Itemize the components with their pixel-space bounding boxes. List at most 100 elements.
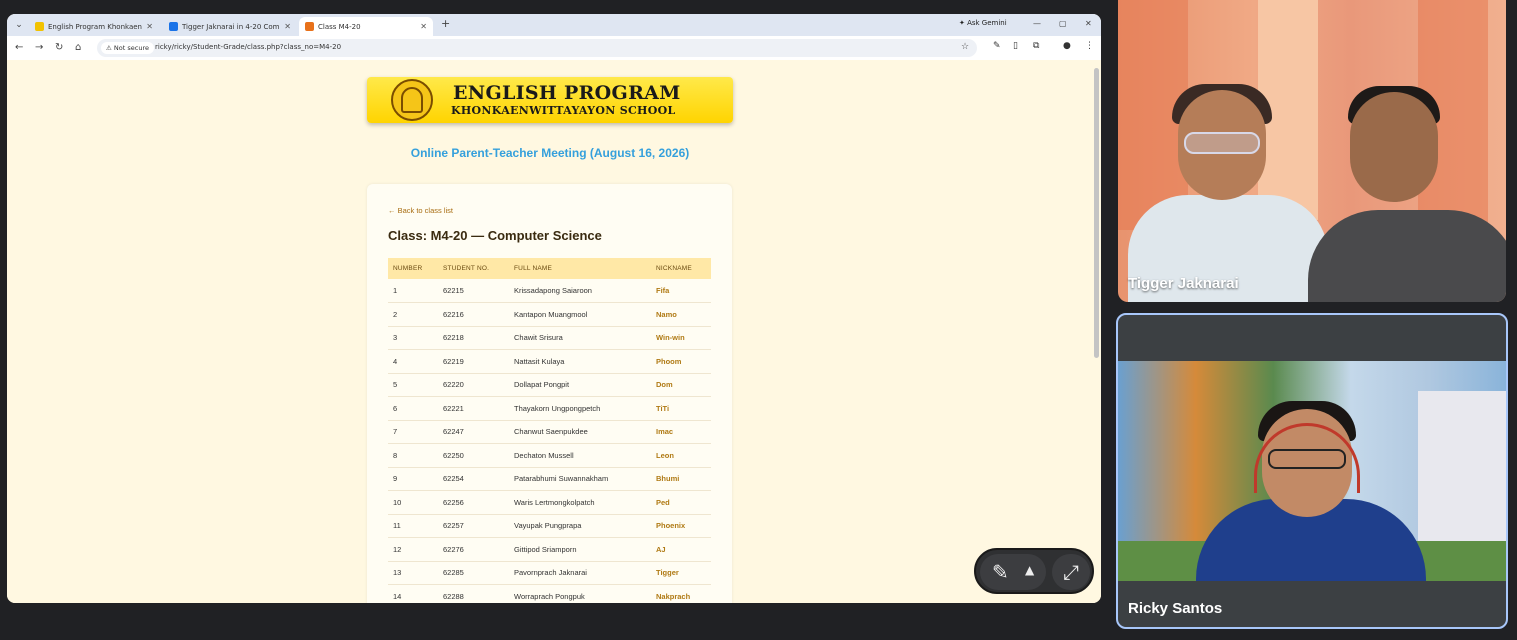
student-full-name: Gittipod Sriamporn [509, 537, 651, 562]
table-row: 3 62218 Chawit Srisura Win-win [388, 326, 711, 350]
student-id: 62288 [438, 584, 509, 603]
table-row: 12 62276 Gittipod Sriamporn AJ [388, 537, 711, 562]
tab-close-icon[interactable]: ✕ [146, 22, 153, 31]
student-nickname: Tigger [651, 561, 711, 585]
video-tile-ricky-santos[interactable]: Ricky Santos [1116, 313, 1508, 629]
student-number: 1 [388, 279, 438, 303]
school-seal-icon [391, 79, 433, 121]
table-row: 6 62221 Thayakorn Ungpongpetch TiTi [388, 396, 711, 421]
table-row: 8 62250 Dechaton Mussell Leon [388, 443, 711, 468]
forward-icon[interactable]: → [35, 42, 43, 54]
table-row: 7 62247 Chanwut Saenpukdee Imac [388, 420, 711, 444]
expand-icon[interactable]: ⤢ [1052, 554, 1090, 590]
student-nickname: Bhumi [651, 467, 711, 491]
student-table: NUMBER STUDENT NO. FULL NAME NICKNAME 16… [388, 258, 711, 603]
student-nickname: Namo [651, 302, 711, 327]
browser-toolbar: ← → ↻ ⌂ ⚠ Not secure ricky/ricky/Student… [7, 36, 1101, 60]
student-id: 62215 [438, 279, 509, 303]
address-bar[interactable]: ⚠ Not secure ricky/ricky/Student-Grade/c… [97, 39, 977, 57]
table-row: 14 62288 Worraprach Pongpuk Nakprach [388, 584, 711, 603]
student-number: 11 [388, 514, 438, 538]
tab-class-m4-20[interactable]: Class M4-20 ✕ [299, 17, 433, 36]
meeting-title: Online Parent-Teacher Meeting (August 16… [410, 146, 690, 160]
school-banner: ENGLISH PROGRAM KHONKAENWITTAYAYON SCHOO… [367, 77, 733, 123]
ask-gemini-button[interactable]: ✦ Ask Gemini [959, 19, 1007, 27]
participant-name: Ricky Santos [1128, 600, 1223, 617]
table-row: 1 62215 Krissadapong Saiaroon Fifa [388, 279, 711, 303]
url-text[interactable]: ricky/ricky/Student-Grade/class.php?clas… [155, 43, 341, 51]
scrollbar[interactable] [1094, 68, 1099, 358]
profile-avatar-icon[interactable]: ● [1063, 41, 1071, 51]
student-full-name: Waris Lertmongkolpatch [509, 490, 651, 515]
table-row: 11 62257 Vayupak Pungprapa Phoenix [388, 514, 711, 538]
student-number: 12 [388, 537, 438, 562]
student-full-name: Kantapon Muangmool [509, 302, 651, 327]
tab-title: Tigger Jaknarai in 4-20 Compu [182, 22, 281, 31]
puzzle-icon[interactable]: ⧉ [1033, 41, 1039, 51]
student-id: 62247 [438, 420, 509, 444]
class-title: Class: M4-20 — Computer Science [388, 228, 602, 243]
student-number: 5 [388, 373, 438, 397]
table-row: 10 62256 Waris Lertmongkolpatch Ped [388, 490, 711, 515]
back-icon[interactable]: ← [15, 42, 23, 54]
extension-icon[interactable]: ▯ [1013, 41, 1018, 51]
tab-close-icon[interactable]: ✕ [420, 22, 427, 31]
tab-close-icon[interactable]: ✕ [284, 22, 291, 31]
glasses-icon [1184, 132, 1260, 154]
annotate-button[interactable]: ✎ ▲ [980, 554, 1046, 590]
student-full-name: Krissadapong Saiaroon [509, 279, 651, 303]
student-number: 4 [388, 349, 438, 374]
student-nickname: TiTi [651, 396, 711, 421]
student-number: 13 [388, 561, 438, 585]
chevron-up-icon[interactable]: ▲ [1025, 563, 1034, 577]
video-tile-tigger-jaknarai[interactable]: Tigger Jaknarai [1118, 0, 1506, 302]
maximize-icon[interactable]: ▢ [1059, 19, 1067, 28]
column-header: STUDENT NO. [438, 258, 509, 279]
school-favicon-icon [35, 22, 44, 31]
student-nickname: Phoom [651, 349, 711, 374]
student-full-name: Nattasit Kulaya [509, 349, 651, 374]
minimize-icon[interactable]: — [1033, 19, 1041, 28]
class-card: ← Back to class list Class: M4-20 — Comp… [367, 184, 732, 603]
reload-icon[interactable]: ↻ [55, 42, 63, 54]
page-favicon-icon [305, 22, 314, 31]
student-id: 62254 [438, 467, 509, 491]
column-header: NICKNAME [651, 258, 711, 279]
not-secure-badge[interactable]: ⚠ Not secure [101, 42, 154, 54]
bookmark-star-icon[interactable]: ☆ [961, 42, 969, 52]
participant-video [1118, 361, 1506, 581]
table-row: 5 62220 Dollapat Pongpit Dom [388, 373, 711, 397]
tab-english-program[interactable]: English Program KhonkaenWit ✕ [29, 17, 159, 36]
banner-subtitle: KHONKAENWITTAYAYON SCHOOL [451, 104, 676, 117]
new-tab-button[interactable]: + [441, 17, 450, 30]
table-row: 4 62219 Nattasit Kulaya Phoom [388, 349, 711, 374]
menu-kebab-icon[interactable]: ⋮ [1085, 41, 1094, 51]
student-full-name: Chanwut Saenpukdee [509, 420, 651, 444]
browser-window: ⌄ English Program KhonkaenWit ✕ Tigger J… [7, 14, 1101, 603]
banner-title: ENGLISH PROGRAM [453, 82, 681, 104]
student-id: 62256 [438, 490, 509, 515]
close-icon[interactable]: ✕ [1085, 19, 1092, 28]
tab-search-icon[interactable]: ⌄ [11, 18, 27, 32]
student-full-name: Dechaton Mussell [509, 443, 651, 468]
pen-icon[interactable]: ✎ [993, 41, 1001, 51]
student-nickname: Phoenix [651, 514, 711, 538]
student-nickname: Nakprach [651, 584, 711, 603]
student-number: 3 [388, 326, 438, 350]
not-secure-label: Not secure [113, 44, 149, 52]
student-table-body: 1 62215 Krissadapong Saiaroon Fifa 2 62216 Kan… [388, 279, 711, 603]
student-nickname: Ped [651, 490, 711, 515]
back-to-class-list-link[interactable]: ← Back to class list [388, 206, 453, 215]
student-nickname: Imac [651, 420, 711, 444]
student-id: 62285 [438, 561, 509, 585]
tab-tigger-jaknarai[interactable]: Tigger Jaknarai in 4-20 Compu ✕ [163, 17, 297, 36]
home-icon[interactable]: ⌂ [75, 42, 81, 54]
student-number: 2 [388, 302, 438, 327]
student-id: 62257 [438, 514, 509, 538]
column-header: FULL NAME [509, 258, 651, 279]
tab-title: English Program KhonkaenWit [48, 22, 142, 31]
tab-bar: ⌄ English Program KhonkaenWit ✕ Tigger J… [7, 14, 1101, 36]
student-id: 62250 [438, 443, 509, 468]
student-number: 7 [388, 420, 438, 444]
student-id: 62216 [438, 302, 509, 327]
